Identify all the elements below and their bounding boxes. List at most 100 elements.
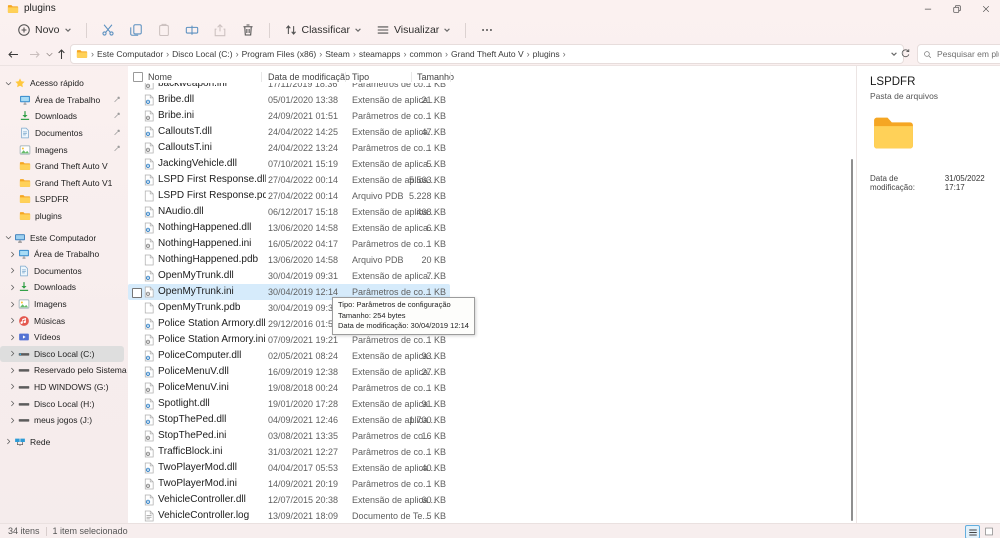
expander[interactable]: [2, 436, 14, 448]
copy-button[interactable]: [122, 19, 150, 41]
sidebar-item--rea-de-trabalho[interactable]: Área de Trabalho: [0, 246, 128, 263]
sidebar-item--rea-de-trabalho[interactable]: Área de Trabalho: [0, 92, 128, 109]
file-row[interactable]: Bribe.ini24/09/2021 01:51Parâmetros de c…: [128, 108, 450, 124]
expander[interactable]: [6, 414, 18, 426]
file-row[interactable]: StopThePed.ini03/08/2021 13:35Parâmetros…: [128, 428, 450, 444]
file-row[interactable]: StopThePed.dll04/09/2021 12:46Extensão d…: [128, 412, 450, 428]
file-row[interactable]: CalloutsT.ini24/04/2022 13:24Parâmetros …: [128, 140, 450, 156]
expander[interactable]: [6, 381, 18, 393]
sidebar-item-documentos[interactable]: Documentos: [0, 125, 128, 142]
breadcrumb-item[interactable]: plugins: [533, 49, 560, 59]
sidebar-item-documentos[interactable]: Documentos: [0, 263, 128, 280]
file-row[interactable]: TrafficBlock.ini31/03/2021 12:27Parâmetr…: [128, 444, 450, 460]
delete-button[interactable]: [234, 19, 262, 41]
sidebar-item-hd-windows-g-[interactable]: HD WINDOWS (G:): [0, 379, 128, 396]
file-row[interactable]: backweapon.ini17/11/2019 18:36Parâmetros…: [128, 83, 450, 92]
expander[interactable]: [6, 398, 18, 410]
expander[interactable]: [6, 331, 18, 343]
sidebar-section-network[interactable]: Rede: [0, 433, 128, 450]
column-header-date[interactable]: Data de modificação: [268, 70, 350, 84]
sidebar-item-plugins[interactable]: plugins: [0, 208, 128, 225]
sidebar-item-m-sicas[interactable]: Músicas: [0, 312, 128, 329]
breadcrumb-item[interactable]: Grand Theft Auto V: [451, 49, 524, 59]
new-button[interactable]: Novo: [10, 19, 79, 41]
sidebar-section-quick-access[interactable]: Acesso rápido: [0, 75, 128, 92]
file-row[interactable]: LSPD First Response.dll27/04/2022 00:14E…: [128, 172, 450, 188]
file-row[interactable]: VehicleController.dll12/07/2015 20:38Ext…: [128, 492, 450, 508]
column-header-type[interactable]: Tipo: [352, 70, 369, 84]
column-header-name[interactable]: Nome: [148, 70, 172, 84]
breadcrumb-item[interactable]: Disco Local (C:): [172, 49, 232, 59]
row-checkbox[interactable]: [132, 288, 142, 298]
expander[interactable]: [6, 281, 18, 293]
expander[interactable]: [6, 265, 18, 277]
pin-button[interactable]: [113, 111, 122, 120]
expander[interactable]: [2, 232, 14, 244]
file-row[interactable]: JackingVehicle.dll07/10/2021 15:19Extens…: [128, 156, 450, 172]
address-bar[interactable]: ›Este Computador›Disco Local (C:)›Progra…: [70, 44, 904, 64]
search-input[interactable]: [935, 48, 1000, 60]
breadcrumb-item[interactable]: common: [409, 49, 442, 59]
sidebar-item-meus-jogos-j-[interactable]: meus jogos (J:): [0, 412, 128, 429]
pin-button[interactable]: [113, 95, 122, 104]
breadcrumb-item[interactable]: Program Files (x86): [242, 49, 317, 59]
file-row[interactable]: Bribe.dll05/01/2020 13:38Extensão de apl…: [128, 92, 450, 108]
minimize-button[interactable]: [913, 0, 942, 17]
rename-button[interactable]: [178, 19, 206, 41]
search-box[interactable]: [917, 44, 1000, 64]
breadcrumb-item[interactable]: steamapps: [359, 49, 401, 59]
file-row[interactable]: TwoPlayerMod.dll04/04/2017 05:53Extensão…: [128, 460, 450, 476]
file-row[interactable]: VehicleController.log13/09/2021 18:09Doc…: [128, 508, 450, 524]
sidebar-item-v-deos[interactable]: Vídeos: [0, 329, 128, 346]
sidebar-item-grand-theft-auto-v[interactable]: Grand Theft Auto V: [0, 158, 128, 175]
expander[interactable]: [6, 298, 18, 310]
pin-button[interactable]: [113, 144, 122, 153]
vertical-scrollbar[interactable]: [851, 159, 853, 521]
sidebar-section-this-pc[interactable]: Este Computador: [0, 229, 128, 246]
file-row[interactable]: NothingHappened.pdb13/06/2020 14:58Arqui…: [128, 252, 450, 268]
sidebar-item-lspdfr[interactable]: LSPDFR: [0, 191, 128, 208]
more-options-button[interactable]: [473, 19, 501, 41]
breadcrumb-item[interactable]: Este Computador: [97, 49, 163, 59]
sidebar-item-imagens[interactable]: Imagens: [0, 141, 128, 158]
refresh-button[interactable]: [897, 45, 914, 62]
file-row[interactable]: NothingHappened.dll13/06/2020 14:58Exten…: [128, 220, 450, 236]
select-all-checkbox[interactable]: [133, 72, 143, 82]
cut-button[interactable]: [94, 19, 122, 41]
sidebar-item-downloads[interactable]: Downloads: [0, 108, 128, 125]
file-row[interactable]: NAudio.dll06/12/2017 15:18Extensão de ap…: [128, 204, 450, 220]
back-button[interactable]: [4, 45, 22, 63]
expander[interactable]: [6, 348, 18, 360]
file-row[interactable]: PoliceMenuV.dll16/09/2019 12:38Extensão …: [128, 364, 450, 380]
details-view-button[interactable]: [965, 525, 980, 538]
file-row[interactable]: NothingHappened.ini16/05/2022 04:17Parâm…: [128, 236, 450, 252]
large-icons-view-button[interactable]: [982, 525, 995, 537]
file-row[interactable]: TwoPlayerMod.ini14/09/2021 20:19Parâmetr…: [128, 476, 450, 492]
pin-button[interactable]: [113, 128, 122, 137]
sidebar-item-reservado-pelo-sistema-d-[interactable]: Reservado pelo Sistema (D:): [0, 362, 128, 379]
sidebar-item-disco-local-c-[interactable]: Disco Local (C:): [0, 346, 124, 363]
file-row[interactable]: Spotlight.dll19/01/2020 17:28Extensão de…: [128, 396, 450, 412]
paste-button[interactable]: [150, 19, 178, 41]
close-button[interactable]: [971, 0, 1000, 17]
maximize-button[interactable]: [942, 0, 971, 17]
sidebar-item-grand-theft-auto-v1[interactable]: Grand Theft Auto V1: [0, 175, 128, 192]
file-row[interactable]: PoliceMenuV.ini19/08/2018 00:24Parâmetro…: [128, 380, 450, 396]
file-row[interactable]: LSPD First Response.pdb27/04/2022 00:14A…: [128, 188, 450, 204]
sort-button[interactable]: Classificar: [277, 19, 369, 41]
sidebar-item-downloads[interactable]: Downloads: [0, 279, 128, 296]
up-button[interactable]: [52, 45, 70, 63]
breadcrumb-item[interactable]: Steam: [325, 49, 350, 59]
expander[interactable]: [6, 364, 18, 376]
file-row[interactable]: CalloutsT.dll24/04/2022 14:25Extensão de…: [128, 124, 450, 140]
file-row[interactable]: OpenMyTrunk.dll30/04/2019 09:31Extensão …: [128, 268, 450, 284]
file-row[interactable]: PoliceComputer.dll02/05/2021 08:24Extens…: [128, 348, 450, 364]
share-button[interactable]: [206, 19, 234, 41]
sidebar-item-disco-local-h-[interactable]: Disco Local (H:): [0, 395, 128, 412]
expander[interactable]: [2, 77, 14, 89]
column-header-size[interactable]: Tamanho: [417, 70, 454, 84]
view-button[interactable]: Visualizar: [369, 19, 458, 41]
expander[interactable]: [6, 248, 18, 260]
expander[interactable]: [6, 315, 18, 327]
sidebar-item-imagens[interactable]: Imagens: [0, 296, 128, 313]
